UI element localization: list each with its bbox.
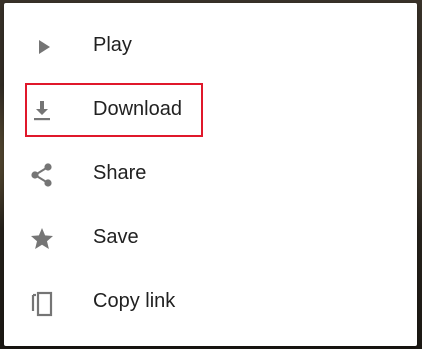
menu-item-label: Share	[93, 162, 147, 184]
menu-item-share[interactable]: Share	[4, 141, 417, 205]
menu-item-play[interactable]: Play	[4, 13, 417, 77]
context-menu: Play Download Share Save Copy link	[4, 3, 417, 346]
menu-item-label: Copy link	[93, 290, 176, 312]
menu-item-copy-link[interactable]: Copy link	[4, 269, 417, 333]
menu-item-label: Play	[93, 34, 132, 56]
menu-item-label: Save	[93, 226, 139, 248]
play-icon	[28, 33, 56, 61]
share-icon	[28, 161, 56, 189]
download-highlight-box	[25, 83, 203, 137]
copy-icon	[28, 289, 56, 317]
star-icon	[28, 225, 56, 253]
menu-item-save[interactable]: Save	[4, 205, 417, 269]
